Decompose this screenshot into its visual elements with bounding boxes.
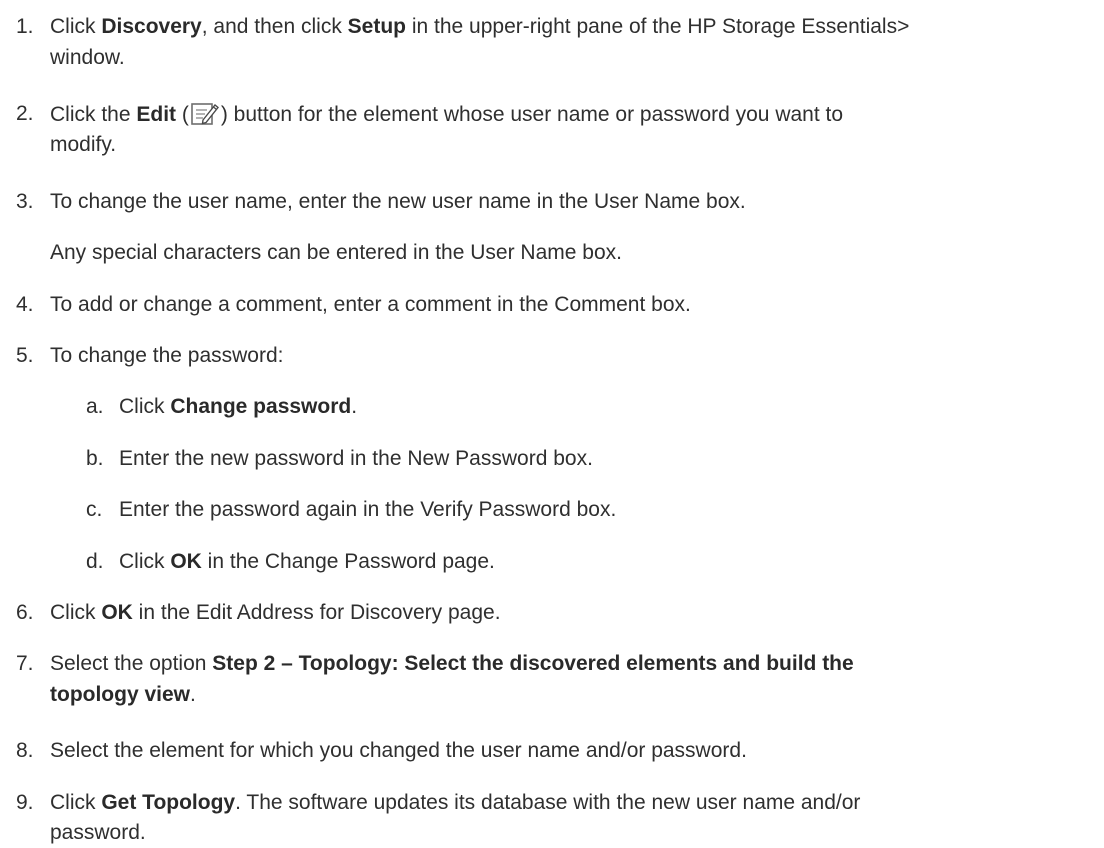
procedure-document: 1. Click Discovery, and then click Setup… xyxy=(0,0,1104,848)
step-3: 3. To change the user name, enter the ne… xyxy=(0,189,1104,215)
step-text: To change the password: xyxy=(50,344,284,367)
step-text: Select the option Step 2 – Topology: Sel… xyxy=(50,652,854,675)
step-text: Click the Edit ( ) button for the elemen… xyxy=(50,101,844,127)
step-5: 5. To change the password: xyxy=(0,343,1104,369)
substep-letter: a. xyxy=(86,395,104,418)
step-number: 8. xyxy=(16,739,34,762)
step-number: 7. xyxy=(16,652,34,675)
step-number: 3. xyxy=(16,190,34,213)
ui-term-ok: OK xyxy=(101,601,133,624)
step-number: 1. xyxy=(16,15,34,38)
substep-text: Click Change password. xyxy=(119,395,358,418)
step-3-note: Any special characters can be entered in… xyxy=(50,241,622,264)
step-text: Click Get Topology. The software updates… xyxy=(50,791,861,814)
step-number: 9. xyxy=(16,791,34,814)
step-text: To change the user name, enter the new u… xyxy=(50,190,746,213)
ui-term-change-password: Change password xyxy=(170,395,352,418)
step-text: Select the element for which you changed… xyxy=(50,739,747,762)
substep-a: a. Click Change password. xyxy=(0,394,1104,420)
ui-term-discovery: Discovery xyxy=(101,15,202,38)
step-9: 9. Click Get Topology. The software upda… xyxy=(0,790,1104,816)
step-6: 6. Click OK in the Edit Address for Disc… xyxy=(0,600,1104,626)
step-number: 5. xyxy=(16,344,34,367)
step-9-continued: password. xyxy=(50,821,146,844)
step-1: 1. Click Discovery, and then click Setup… xyxy=(0,14,1104,40)
step-4: 4. To add or change a comment, enter a c… xyxy=(0,292,1104,318)
step-1-continued: window. xyxy=(50,46,125,69)
ui-term-ok: OK xyxy=(170,550,202,573)
step-text: To add or change a comment, enter a comm… xyxy=(50,293,691,316)
ui-term-step-2-topology: Step 2 – Topology: Select the discovered… xyxy=(212,652,854,675)
step-7-continued: topology view. xyxy=(50,683,196,706)
ui-term-edit: Edit xyxy=(136,103,177,126)
step-7: 7. Select the option Step 2 – Topology: … xyxy=(0,651,1104,677)
step-number: 4. xyxy=(16,293,34,316)
substep-d: d. Click OK in the Change Password page. xyxy=(0,549,1104,575)
step-2-continued: modify. xyxy=(50,133,117,156)
step-text: Click OK in the Edit Address for Discove… xyxy=(50,601,501,624)
substep-text: Enter the new password in the New Passwo… xyxy=(119,447,593,470)
edit-icon xyxy=(190,101,220,127)
substep-letter: c. xyxy=(86,498,103,521)
step-2: 2. Click the Edit ( ) button for the ele… xyxy=(0,101,1104,127)
ui-term-get-topology: Get Topology xyxy=(101,791,236,814)
step-number: 2. xyxy=(16,102,34,125)
substep-text: Enter the password again in the Verify P… xyxy=(119,498,617,521)
substep-text: Click OK in the Change Password page. xyxy=(119,550,495,573)
step-text: Click Discovery, and then click Setup in… xyxy=(50,15,910,38)
substep-b: b. Enter the new password in the New Pas… xyxy=(0,446,1104,472)
step-8: 8. Select the element for which you chan… xyxy=(0,738,1104,764)
substep-letter: b. xyxy=(86,447,104,470)
substep-c: c. Enter the password again in the Verif… xyxy=(0,497,1104,523)
substep-letter: d. xyxy=(86,550,104,573)
ui-term-setup: Setup xyxy=(347,15,407,38)
ui-term-topology-view: topology view xyxy=(50,683,191,706)
step-number: 6. xyxy=(16,601,34,624)
